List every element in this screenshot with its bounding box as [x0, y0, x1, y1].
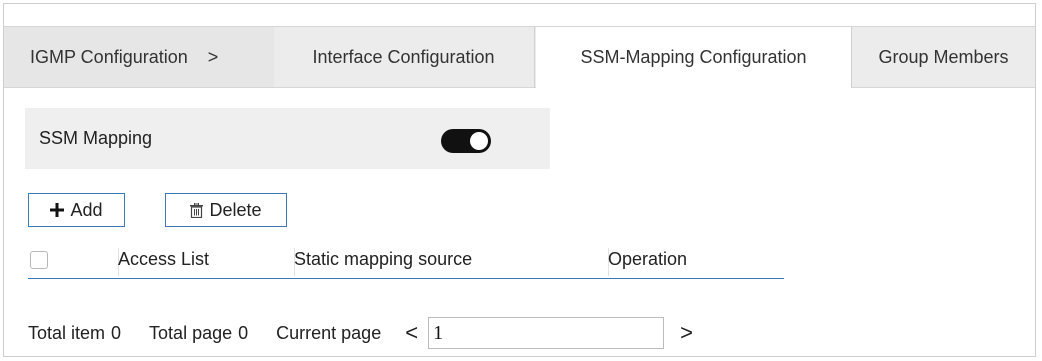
- tab-ssm-mapping-configuration[interactable]: SSM-Mapping Configuration: [536, 27, 851, 88]
- column-header-operation: Operation: [608, 249, 688, 269]
- current-page-label: Current page: [276, 322, 382, 343]
- total-item-label: Total item: [28, 322, 106, 343]
- toggle-knob: [470, 132, 488, 150]
- column-header-access-list[interactable]: Access List: [118, 242, 294, 277]
- total-page-label: Total page: [149, 322, 233, 343]
- column-header-static-mapping-source[interactable]: Static mapping source: [294, 242, 608, 277]
- delete-label: Delete: [209, 199, 262, 220]
- tab-label: IGMP Configuration: [30, 46, 188, 67]
- chevron-right-icon: >: [207, 46, 219, 67]
- pagination: Total item 0 Total page 0 Current page <…: [28, 315, 699, 351]
- tab-bar: IGMP Configuration > Interface Configura…: [4, 26, 1035, 88]
- tab-interface-configuration[interactable]: Interface Configuration: [274, 27, 533, 87]
- total-item-value: 0: [111, 322, 122, 343]
- select-all-cell: [28, 242, 118, 277]
- tab-label: Group Members: [878, 46, 1009, 67]
- prev-page-icon[interactable]: <: [399, 322, 424, 344]
- trash-icon: [190, 202, 204, 218]
- delete-button[interactable]: Delete: [165, 193, 287, 227]
- plus-icon: [50, 203, 65, 217]
- tab-group-members[interactable]: Group Members: [852, 27, 1035, 87]
- select-all-checkbox[interactable]: [30, 250, 48, 269]
- tab-label: SSM-Mapping Configuration: [580, 47, 807, 67]
- tab-igmp-configuration[interactable]: IGMP Configuration >: [4, 27, 274, 87]
- total-page-value: 0: [238, 322, 249, 343]
- add-button[interactable]: Add: [28, 193, 125, 227]
- ssm-mapping-panel: SSM Mapping: [25, 108, 550, 169]
- ssm-mapping-toggle[interactable]: [441, 129, 491, 153]
- tab-divider: [534, 27, 535, 87]
- ssm-mapping-label: SSM Mapping: [39, 128, 153, 148]
- table-header: Access List Static mapping source Operat…: [28, 242, 784, 279]
- add-label: Add: [70, 199, 103, 220]
- current-page-input[interactable]: [428, 317, 665, 349]
- page-frame: IGMP Configuration > Interface Configura…: [3, 3, 1036, 357]
- next-page-icon[interactable]: >: [674, 322, 699, 344]
- tab-label: Interface Configuration: [312, 46, 495, 67]
